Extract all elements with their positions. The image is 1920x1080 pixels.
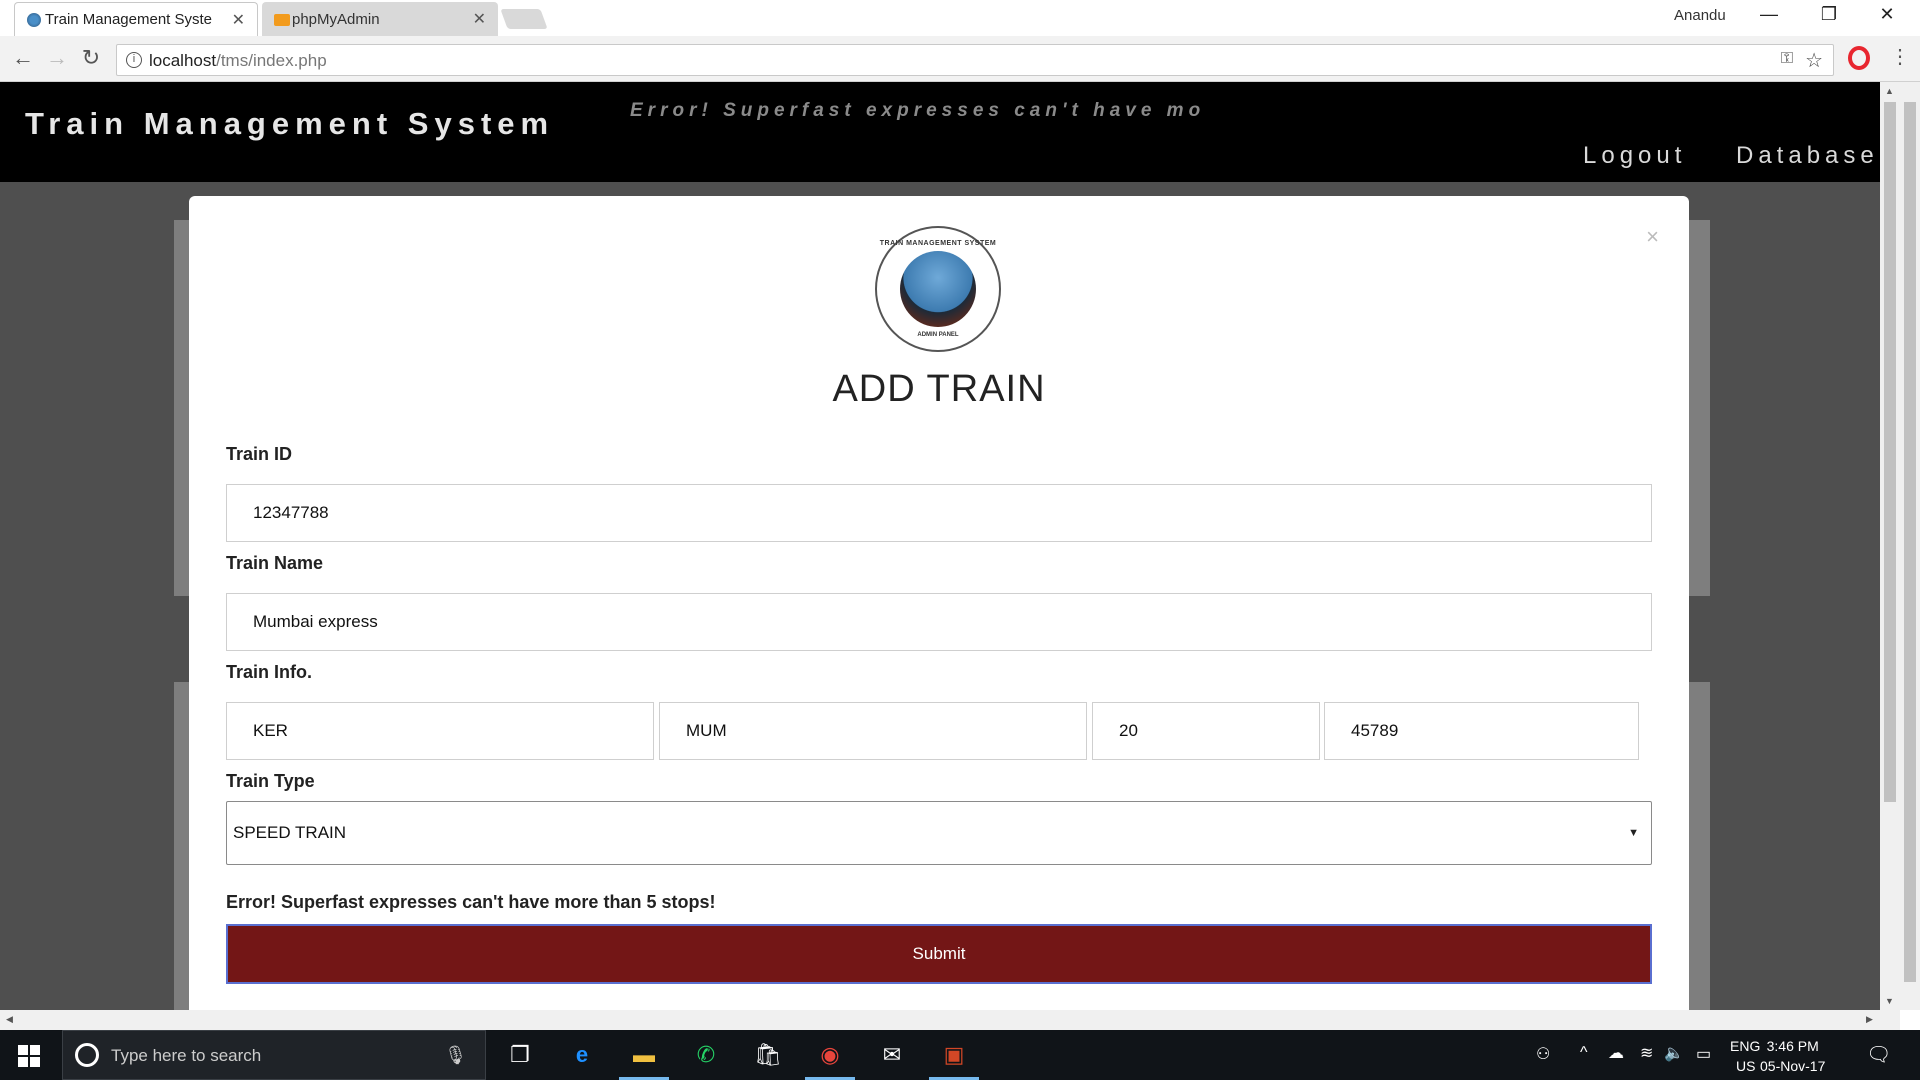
page-scrollbar[interactable]: ▲ ▼ [1880, 82, 1900, 1010]
search-placeholder: Type here to search [111, 1046, 262, 1065]
store-icon[interactable]: 🛍 [752, 1040, 784, 1070]
browser-toolbar: ← → ↻ i localhost/tms/index.php ⚿ ☆ ⋮ [0, 36, 1920, 82]
train-type-label: Train Type [226, 771, 315, 791]
train-photo-icon [900, 251, 976, 327]
reload-icon[interactable]: ↻ [76, 45, 106, 71]
wifi-icon[interactable]: ≋ [1640, 1043, 1653, 1063]
scroll-thumb[interactable] [1884, 102, 1896, 802]
kebab-menu-icon[interactable]: ⋮ [1890, 44, 1910, 69]
train-info-label: Train Info. [226, 662, 313, 682]
train-id-label: Train ID [226, 444, 293, 464]
tab-title: Train Management Syste [45, 11, 213, 28]
train-favicon-icon [27, 13, 41, 27]
tray-chevron-up-icon[interactable]: ^ [1580, 1044, 1588, 1062]
clock-time: 3:46 PM [1766, 1038, 1819, 1054]
train-info-input-3[interactable]: 20 [1092, 702, 1320, 760]
notifications-icon[interactable]: 🗨 [1866, 1042, 1891, 1067]
logo-text-bottom: ADMIN PANEL [917, 332, 959, 338]
battery-icon[interactable]: ▭ [1696, 1044, 1711, 1064]
edge-icon[interactable]: e [566, 1040, 598, 1070]
scroll-down-icon[interactable]: ▼ [1885, 996, 1894, 1006]
minimize-button[interactable]: — [1746, 4, 1792, 25]
site-header: Train Management System Error! Superfast… [0, 82, 1880, 182]
restore-button[interactable]: ❐ [1806, 4, 1852, 25]
task-view-icon[interactable]: ❐ [504, 1040, 536, 1070]
modal-close-button[interactable]: × [1646, 224, 1659, 250]
powerpoint-icon[interactable]: ▣ [938, 1040, 970, 1070]
windows-taskbar: Type here to search 🎙 ❐ e ▬ ✆ 🛍 ◉ ✉ ▣ ⚇ … [0, 1030, 1920, 1080]
tab-phpmyadmin[interactable]: phpMyAdmin ✕ [262, 2, 498, 36]
modal-title: ADD TRAIN [832, 368, 1046, 410]
train-name-input[interactable]: Mumbai express [226, 593, 1652, 651]
dropdown-caret-icon: ▼ [1628, 827, 1639, 839]
add-train-modal: × TRAIN MANAGEMENT SYSTEM ADMIN PANEL AD… [189, 196, 1689, 1010]
taskbar-clock[interactable]: 3:46 PM 05-Nov-17 [1760, 1036, 1825, 1076]
whatsapp-icon[interactable]: ✆ [690, 1040, 722, 1070]
chrome-icon[interactable]: ◉ [814, 1040, 846, 1070]
tms-logo: TRAIN MANAGEMENT SYSTEM ADMIN PANEL [875, 226, 1001, 352]
address-bar[interactable]: i localhost/tms/index.php ⚿ ☆ [116, 44, 1834, 76]
bookmark-star-icon[interactable]: ☆ [1805, 48, 1823, 73]
onedrive-cloud-icon[interactable]: ☁ [1608, 1043, 1624, 1063]
cortana-icon [75, 1043, 99, 1067]
clock-date: 05-Nov-17 [1760, 1058, 1826, 1074]
profile-name[interactable]: Anandu [1674, 7, 1726, 24]
logo-text-top: TRAIN MANAGEMENT SYSTEM [879, 240, 997, 247]
microphone-icon[interactable]: 🎙 [444, 1045, 467, 1066]
scroll-right-icon[interactable]: ▶ [1866, 1014, 1873, 1025]
close-window-button[interactable]: ✕ [1864, 4, 1910, 25]
opera-extension-icon[interactable] [1848, 46, 1870, 70]
logout-link[interactable]: Logout [1583, 142, 1686, 170]
tab-title: phpMyAdmin [292, 10, 380, 28]
submit-button[interactable]: Submit [226, 924, 1652, 984]
scroll-left-icon[interactable]: ◀ [6, 1014, 13, 1025]
train-info-input-4[interactable]: 45789 [1324, 702, 1639, 760]
error-message: Error! Superfast expresses can't have mo… [226, 892, 716, 912]
tab-train-management[interactable]: Train Management Syste ✕ [14, 2, 258, 36]
train-type-select[interactable]: SPEED TRAIN ▼ [226, 801, 1652, 865]
mail-icon[interactable]: ✉ [876, 1040, 908, 1070]
scroll-up-icon[interactable]: ▲ [1885, 86, 1894, 96]
windows-start-icon[interactable] [18, 1045, 40, 1067]
people-icon[interactable]: ⚇ [1536, 1044, 1550, 1064]
train-id-input[interactable]: 12347788 [226, 484, 1652, 542]
info-icon[interactable]: i [126, 52, 142, 68]
train-name-label: Train Name [226, 553, 324, 573]
database-link[interactable]: Database [1736, 142, 1879, 170]
source-station-input[interactable]: KER [226, 702, 654, 760]
close-icon[interactable]: ✕ [473, 9, 486, 29]
taskbar-search[interactable]: Type here to search 🎙 [62, 1030, 486, 1080]
destination-station-input[interactable]: MUM [659, 702, 1087, 760]
train-type-selected: SPEED TRAIN [233, 823, 347, 842]
new-tab-button[interactable] [500, 9, 548, 29]
outer-scrollbar[interactable] [1900, 82, 1920, 1010]
site-title: Train Management System [25, 106, 555, 141]
forward-arrow-icon[interactable]: → [42, 45, 72, 71]
back-arrow-icon[interactable]: ← [8, 45, 38, 71]
lang-bottom[interactable]: US [1736, 1058, 1755, 1074]
file-explorer-icon[interactable]: ▬ [628, 1040, 660, 1070]
lang-top[interactable]: ENG [1730, 1038, 1760, 1054]
horizontal-scrollbar[interactable]: ◀ ▶ [0, 1010, 1900, 1030]
error-marquee: Error! Superfast expresses can't have mo… [630, 100, 1202, 121]
url-text[interactable]: localhost/tms/index.php [149, 51, 327, 71]
pma-favicon-icon [274, 14, 290, 26]
outer-scroll-thumb[interactable] [1904, 102, 1916, 982]
key-icon[interactable]: ⚿ [1781, 50, 1793, 68]
browser-tab-strip: Train Management Syste ✕ phpMyAdmin ✕ An… [0, 0, 1920, 36]
volume-icon[interactable]: 🔈 [1664, 1043, 1684, 1063]
close-icon[interactable]: ✕ [232, 10, 245, 30]
